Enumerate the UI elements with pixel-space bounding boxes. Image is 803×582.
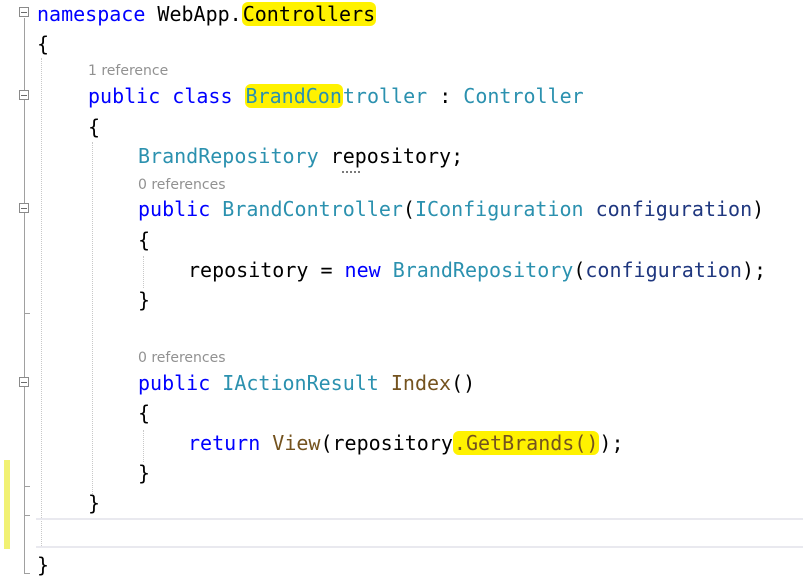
keyword-namespace: namespace <box>37 2 146 26</box>
indent-guide <box>143 256 144 288</box>
brace: { <box>138 228 151 252</box>
base-class: Controller <box>463 84 584 108</box>
code-editor[interactable]: namespace WebApp.Controllers { 1 referen… <box>0 0 803 582</box>
current-line-highlight <box>36 518 803 548</box>
field-type: BrandRepository <box>138 144 319 168</box>
paren-close: ); <box>741 258 767 282</box>
namespace-prefix: WebApp. <box>145 2 242 26</box>
method-parens: () <box>451 371 476 395</box>
keyword-public-class: public class <box>88 84 233 108</box>
code-line-class-decl[interactable]: public class BrandController : Controlle… <box>88 83 584 109</box>
return-type: IActionResult <box>222 371 379 395</box>
indent-guide <box>143 430 144 462</box>
code-line-close-index[interactable]: } <box>138 460 150 486</box>
code-line-assignment[interactable]: repository = new BrandRepository(configu… <box>188 257 766 283</box>
brace: { <box>37 32 50 56</box>
code-line-open-ctor[interactable]: { <box>138 227 150 253</box>
highlighted-controllers: Controllers <box>241 2 377 26</box>
collapse-index-method-icon[interactable] <box>19 377 29 387</box>
code-line-constructor[interactable]: public BrandController(IConfiguration co… <box>138 196 764 222</box>
keyword-return: return <box>188 431 261 455</box>
editor-gutter <box>0 0 36 582</box>
fold-end-class <box>24 515 30 516</box>
class-name-rest: troller <box>342 84 428 108</box>
code-line-namespace[interactable]: namespace WebApp.Controllers <box>37 1 377 27</box>
code-line-close-namespace[interactable]: } <box>37 552 49 578</box>
collapse-namespace-icon[interactable] <box>19 7 29 17</box>
constructor-name: BrandController <box>222 197 403 221</box>
brace: } <box>37 553 50 577</box>
codelens-references-index[interactable]: 0 references <box>138 349 226 367</box>
collapse-constructor-icon[interactable] <box>19 203 29 213</box>
code-line-close-class[interactable]: } <box>88 490 100 516</box>
collapse-class-icon[interactable] <box>19 90 29 100</box>
indent-guide <box>92 142 93 496</box>
class-name-highlighted: BrandCon <box>244 84 343 108</box>
fold-end-constructor <box>24 313 30 314</box>
param-type: IConfiguration <box>414 197 584 221</box>
codelens-references-class[interactable]: 1 reference <box>88 62 168 80</box>
repository-type: BrandRepository <box>392 258 574 282</box>
brace: } <box>138 288 151 312</box>
brace: { <box>138 401 151 425</box>
assignment-lhs: repository = <box>188 258 345 282</box>
brace: { <box>88 115 101 139</box>
code-line-open-class[interactable]: { <box>88 114 100 140</box>
keyword-public: public <box>138 371 211 395</box>
fold-end-index-method <box>24 486 30 487</box>
argument: configuration <box>585 258 742 282</box>
highlighted-getbrands: .GetBrands() <box>452 431 600 455</box>
brace: } <box>88 491 101 515</box>
param-name: configuration <box>583 197 753 221</box>
indent-guide <box>41 58 42 548</box>
paren-close: ) <box>752 197 765 221</box>
brace: } <box>138 461 151 485</box>
view-args: (repository <box>320 431 453 455</box>
view-call: View <box>272 431 321 455</box>
code-line-field[interactable]: BrandRepository repository; <box>138 143 463 169</box>
codelens-references-constructor[interactable]: 0 references <box>138 176 226 194</box>
code-line-open-namespace[interactable]: { <box>37 31 49 57</box>
inheritance-colon: : <box>427 84 464 108</box>
field-name: repository; <box>318 144 464 168</box>
unsaved-change-indicator <box>4 460 10 549</box>
fold-guide-class <box>24 101 25 103</box>
code-line-open-index[interactable]: { <box>138 400 150 426</box>
paren-open: ( <box>402 197 415 221</box>
suggestion-squiggle[interactable] <box>342 167 360 173</box>
code-line-return[interactable]: return View(repository.GetBrands()); <box>188 430 624 456</box>
code-line-index-method[interactable]: public IActionResult Index() <box>138 370 475 396</box>
keyword-public: public <box>138 197 211 221</box>
call-close: ); <box>599 431 624 455</box>
fold-end-namespace <box>24 573 30 574</box>
keyword-new: new <box>344 258 381 282</box>
method-name: Index <box>390 371 452 395</box>
code-line-close-ctor[interactable]: } <box>138 287 150 313</box>
paren-open: ( <box>573 258 586 282</box>
